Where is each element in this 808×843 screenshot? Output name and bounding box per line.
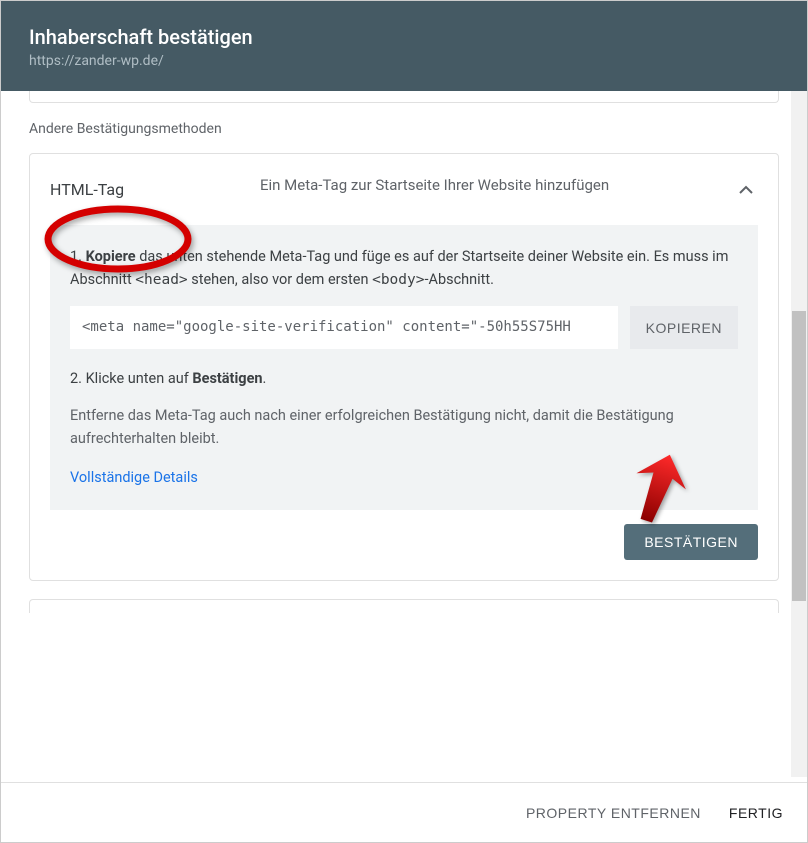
card-title-wrap: HTML-Tag — [50, 174, 240, 205]
step1-prefix: 1. — [70, 248, 86, 265]
step1-bold: Kopiere — [86, 248, 136, 265]
content-wrapper: Andere Bestätigungsmethoden HTML-Tag Ein… — [1, 91, 807, 777]
dialog-subtitle: https://zander-wp.de/ — [29, 53, 779, 69]
scrollbar-track[interactable] — [791, 91, 807, 777]
content-scroll[interactable]: Andere Bestätigungsmethoden HTML-Tag Ein… — [1, 91, 807, 777]
scrollbar-thumb[interactable] — [792, 311, 806, 601]
instructions-panel: 1. Kopiere das unten stehende Meta-Tag u… — [50, 225, 758, 510]
remove-property-button[interactable]: PROPERTY ENTFERNEN — [526, 805, 701, 821]
full-details-link[interactable]: Vollständige Details — [70, 469, 198, 486]
step2-prefix: 2. Klicke unten auf — [70, 370, 192, 387]
dialog-footer: PROPERTY ENTFERNEN FERTIG — [1, 782, 807, 842]
chevron-up-icon — [734, 178, 758, 202]
step2-bold: Bestätigen — [192, 370, 262, 387]
step1-text-b: stehen, also vor dem ersten — [188, 271, 372, 288]
meta-tag-code[interactable]: <meta name="google-site-verification" co… — [70, 306, 618, 348]
confirm-row: BESTÄTIGEN — [50, 524, 758, 560]
dialog-header: Inhaberschaft bestätigen https://zander-… — [1, 1, 807, 91]
done-button[interactable]: FERTIG — [729, 805, 783, 821]
code-row: <meta name="google-site-verification" co… — [70, 306, 738, 348]
step1-code1: <head> — [135, 272, 187, 288]
card-description: Ein Meta-Tag zur Startseite Ihrer Websit… — [260, 174, 714, 197]
section-label: Andere Bestätigungsmethoden — [29, 121, 779, 137]
verification-method-card: HTML-Tag Ein Meta-Tag zur Startseite Ihr… — [29, 153, 779, 581]
step1-code2: <body> — [372, 272, 424, 288]
card-header[interactable]: HTML-Tag Ein Meta-Tag zur Startseite Ihr… — [50, 174, 758, 205]
note-text: Entferne das Meta-Tag auch nach einer er… — [70, 404, 738, 450]
copy-button[interactable]: KOPIEREN — [630, 306, 738, 348]
step-1-text: 1. Kopiere das unten stehende Meta-Tag u… — [70, 245, 738, 292]
dialog-title: Inhaberschaft bestätigen — [29, 25, 779, 49]
step2-suffix: . — [263, 370, 267, 387]
card-title: HTML-Tag — [50, 180, 124, 199]
step-2-text: 2. Klicke unten auf Bestätigen. — [70, 367, 738, 390]
previous-card-edge — [29, 91, 779, 103]
step1-text-c: -Abschnitt. — [424, 271, 494, 288]
next-card-edge — [29, 599, 779, 613]
confirm-button[interactable]: BESTÄTIGEN — [624, 524, 758, 560]
